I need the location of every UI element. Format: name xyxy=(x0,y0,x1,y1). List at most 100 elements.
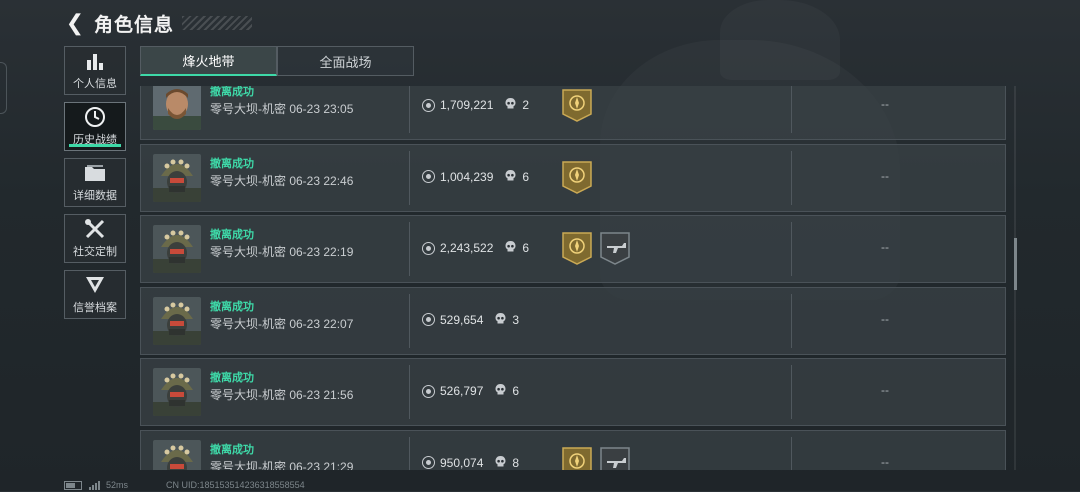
gold-emblem-icon[interactable] xyxy=(562,446,592,470)
extraction-status: 撤离成功 xyxy=(210,443,254,456)
sidebar-item-history[interactable]: 历史战绩 xyxy=(64,102,126,151)
sidebar-item-label: 信誉档案 xyxy=(73,302,117,314)
tab-hazard-zone[interactable]: 烽火地带 xyxy=(140,46,277,76)
page-title: 角色信息 xyxy=(94,14,175,36)
loot-value-group: 2,243,522 6 xyxy=(422,240,529,256)
back-icon[interactable]: ❮ xyxy=(64,10,86,35)
weapon-badge-icon[interactable] xyxy=(600,446,630,470)
extraction-status: 撤离成功 xyxy=(210,229,254,241)
match-record-row[interactable]: 撤离成功零号大坝-机密 06-23 21:56 526,797 6 -- xyxy=(140,358,1006,426)
extra-stat: -- xyxy=(881,97,889,111)
skull-icon xyxy=(493,240,522,256)
skull-icon xyxy=(483,312,512,328)
extra-stat: -- xyxy=(881,240,889,254)
extraction-status: 撤离成功 xyxy=(210,86,254,98)
signal-icon xyxy=(89,480,100,490)
coin-icon xyxy=(422,384,435,398)
shield-emblem-icon xyxy=(84,274,106,296)
coin-icon xyxy=(422,313,435,326)
mode-tabs: 烽火地带 全面战场 xyxy=(140,46,414,76)
kill-count: 3 xyxy=(512,312,520,327)
sidebar-item-social[interactable]: 社交定制 xyxy=(64,214,126,263)
loot-value-group: 950,074 8 xyxy=(422,455,519,471)
match-record-row[interactable]: 撤离成功零号大坝-机密 06-23 22:46 1,004,239 6 -- xyxy=(140,143,1006,212)
match-record-row[interactable]: 撤离成功零号大坝-机密 06-23 23:05 1,709,221 2 -- xyxy=(140,86,1006,140)
weapon-badge-icon[interactable] xyxy=(600,232,630,265)
column-divider xyxy=(409,436,410,470)
folder-icon xyxy=(84,162,106,184)
loot-value: 526,797 xyxy=(440,384,484,398)
map-and-time: 零号大坝-机密 06-23 22:19 xyxy=(210,245,354,259)
column-divider xyxy=(791,293,792,348)
loot-value: 2,243,522 xyxy=(440,241,494,255)
loot-value: 529,654 xyxy=(440,312,484,327)
operator-avatar xyxy=(153,296,201,345)
operator-avatar xyxy=(153,439,201,470)
bar-chart-icon xyxy=(84,50,106,72)
column-divider xyxy=(791,150,792,205)
map-and-time: 零号大坝-机密 06-23 22:46 xyxy=(210,173,354,188)
column-divider xyxy=(791,222,792,276)
operator-avatar xyxy=(153,225,201,273)
sidebar-item-reputation[interactable]: 信誉档案 xyxy=(64,270,126,319)
sidebar-item-detailed-data[interactable]: 详细数据 xyxy=(64,158,126,207)
kill-count: 6 xyxy=(512,384,520,398)
extra-stat: -- xyxy=(881,168,889,183)
battery-icon xyxy=(64,480,82,490)
loot-value-group: 1,709,221 2 xyxy=(422,97,529,113)
title-stripes-decoration xyxy=(182,16,253,30)
sidebar-item-label: 历史战绩 xyxy=(73,134,117,146)
operator-avatar xyxy=(153,86,201,130)
extra-stat: -- xyxy=(881,454,889,469)
extraction-status: 撤离成功 xyxy=(210,157,254,170)
gold-emblem-icon[interactable] xyxy=(562,89,592,122)
extraction-status: 撤离成功 xyxy=(210,372,254,384)
loot-value: 1,709,221 xyxy=(440,98,494,112)
coin-icon xyxy=(422,241,435,255)
operator-avatar xyxy=(153,153,201,202)
sidebar-item-personal-info[interactable]: 个人信息 xyxy=(64,46,126,95)
gold-emblem-icon[interactable] xyxy=(562,160,592,194)
column-divider xyxy=(409,222,410,276)
coin-icon xyxy=(422,170,435,183)
badge-list xyxy=(562,160,592,194)
column-divider xyxy=(409,365,410,419)
loot-value-group: 529,654 3 xyxy=(422,312,519,328)
map-and-time: 零号大坝-机密 06-23 22:07 xyxy=(210,316,354,331)
sidebar: 个人信息 历史战绩 详细数据 社交定制 信誉档案 xyxy=(64,46,128,326)
gold-emblem-icon[interactable] xyxy=(562,232,592,265)
extra-stat: -- xyxy=(881,311,889,326)
match-record-row[interactable]: 撤离成功零号大坝-机密 06-23 22:19 2,243,522 6 -- xyxy=(140,215,1006,283)
device-status-bar: 52ms CN UID:1851535142363185585​54 xyxy=(64,478,305,492)
match-record-row[interactable]: 撤离成功零号大坝-机密 06-23 21:29 950,074 8 -- xyxy=(140,429,1006,471)
map-and-time: 零号大坝-机密 06-23 23:05 xyxy=(210,102,354,116)
coin-icon xyxy=(422,98,435,112)
column-divider xyxy=(409,293,410,348)
match-history-list: 撤离成功 零号大坝-机密 06-23 23:05 1,709,221 2 -- 撤离成功零… xyxy=(140,86,1015,470)
map-and-time: 零号大坝-机密 06-23 21:29 xyxy=(210,459,354,471)
column-divider xyxy=(791,86,792,133)
sidebar-item-label: 个人信息 xyxy=(73,78,117,90)
skull-icon xyxy=(483,383,512,399)
kill-count: 2 xyxy=(522,98,530,112)
tools-icon xyxy=(84,218,106,240)
ping-value: 52ms xyxy=(106,480,129,490)
loot-value: 950,074 xyxy=(440,455,484,470)
page-header: ❮ 角色信息 xyxy=(64,8,253,38)
kill-count: 8 xyxy=(512,455,520,470)
screen-edge-handle xyxy=(0,62,7,114)
map-and-time: 零号大坝-机密 06-23 21:56 xyxy=(210,388,354,402)
skull-icon xyxy=(483,455,512,471)
sidebar-item-label: 社交定制 xyxy=(73,246,117,258)
skull-icon xyxy=(493,169,522,185)
player-uid: CN UID:1851535142363185585​54 xyxy=(166,480,305,490)
sidebar-item-label: 详细数据 xyxy=(73,190,117,202)
operator-avatar xyxy=(153,368,201,416)
column-divider xyxy=(791,365,792,419)
tab-full-battlefield[interactable]: 全面战场 xyxy=(277,46,414,76)
match-record-row[interactable]: 撤离成功零号大坝-机密 06-23 22:07 529,654 3 -- xyxy=(140,286,1006,355)
loot-value-group: 1,004,239 6 xyxy=(422,169,529,185)
extra-stat: -- xyxy=(881,383,889,397)
extraction-status: 撤离成功 xyxy=(210,300,254,313)
background-tower xyxy=(720,0,840,80)
